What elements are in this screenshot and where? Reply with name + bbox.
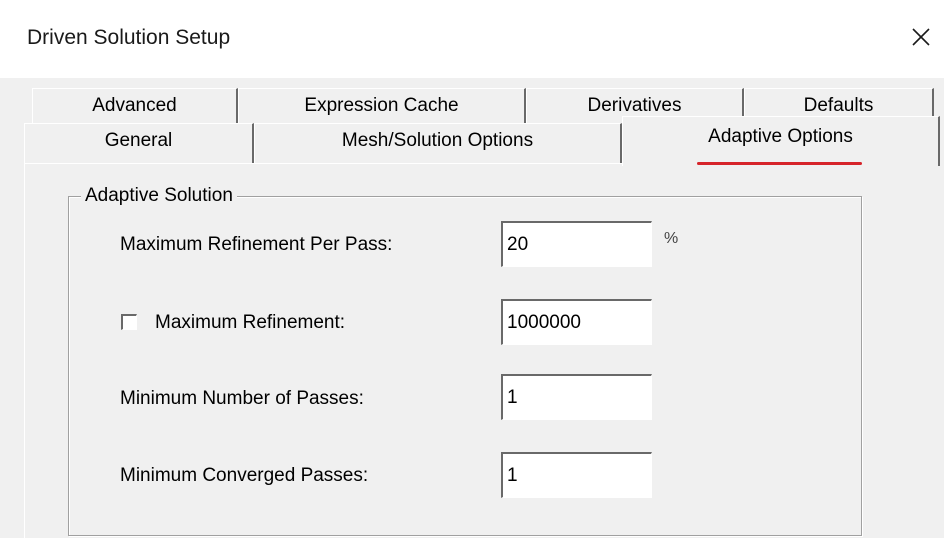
close-button[interactable] <box>906 22 936 52</box>
min-converged-passes-input[interactable] <box>501 452 652 498</box>
active-tab-underline <box>697 162 862 165</box>
tab-expression-cache[interactable]: Expression Cache <box>238 88 526 128</box>
max-refinement-label: Maximum Refinement: <box>155 312 346 333</box>
tab-mesh-solution-options[interactable]: Mesh/Solution Options <box>254 123 622 163</box>
tab-advanced[interactable]: Advanced <box>32 88 238 128</box>
percent-unit-label: % <box>664 230 679 247</box>
title-bar: Driven Solution Setup <box>0 0 944 78</box>
adaptive-solution-group-title: Adaptive Solution <box>81 185 237 207</box>
max-refinement-per-pass-input[interactable] <box>501 221 652 267</box>
min-number-of-passes-input[interactable] <box>501 374 652 420</box>
tab-general[interactable]: General <box>24 123 254 163</box>
max-refinement-input[interactable] <box>501 299 652 345</box>
min-converged-passes-label: Minimum Converged Passes: <box>120 465 369 486</box>
max-refinement-checkbox[interactable] <box>121 314 137 330</box>
max-refinement-per-pass-label: Maximum Refinement Per Pass: <box>120 234 393 255</box>
min-number-of-passes-label: Minimum Number of Passes: <box>120 388 364 409</box>
tab-adaptive-options[interactable]: Adaptive Options <box>622 116 940 166</box>
close-icon <box>912 28 930 46</box>
dialog-title: Driven Solution Setup <box>27 26 231 49</box>
